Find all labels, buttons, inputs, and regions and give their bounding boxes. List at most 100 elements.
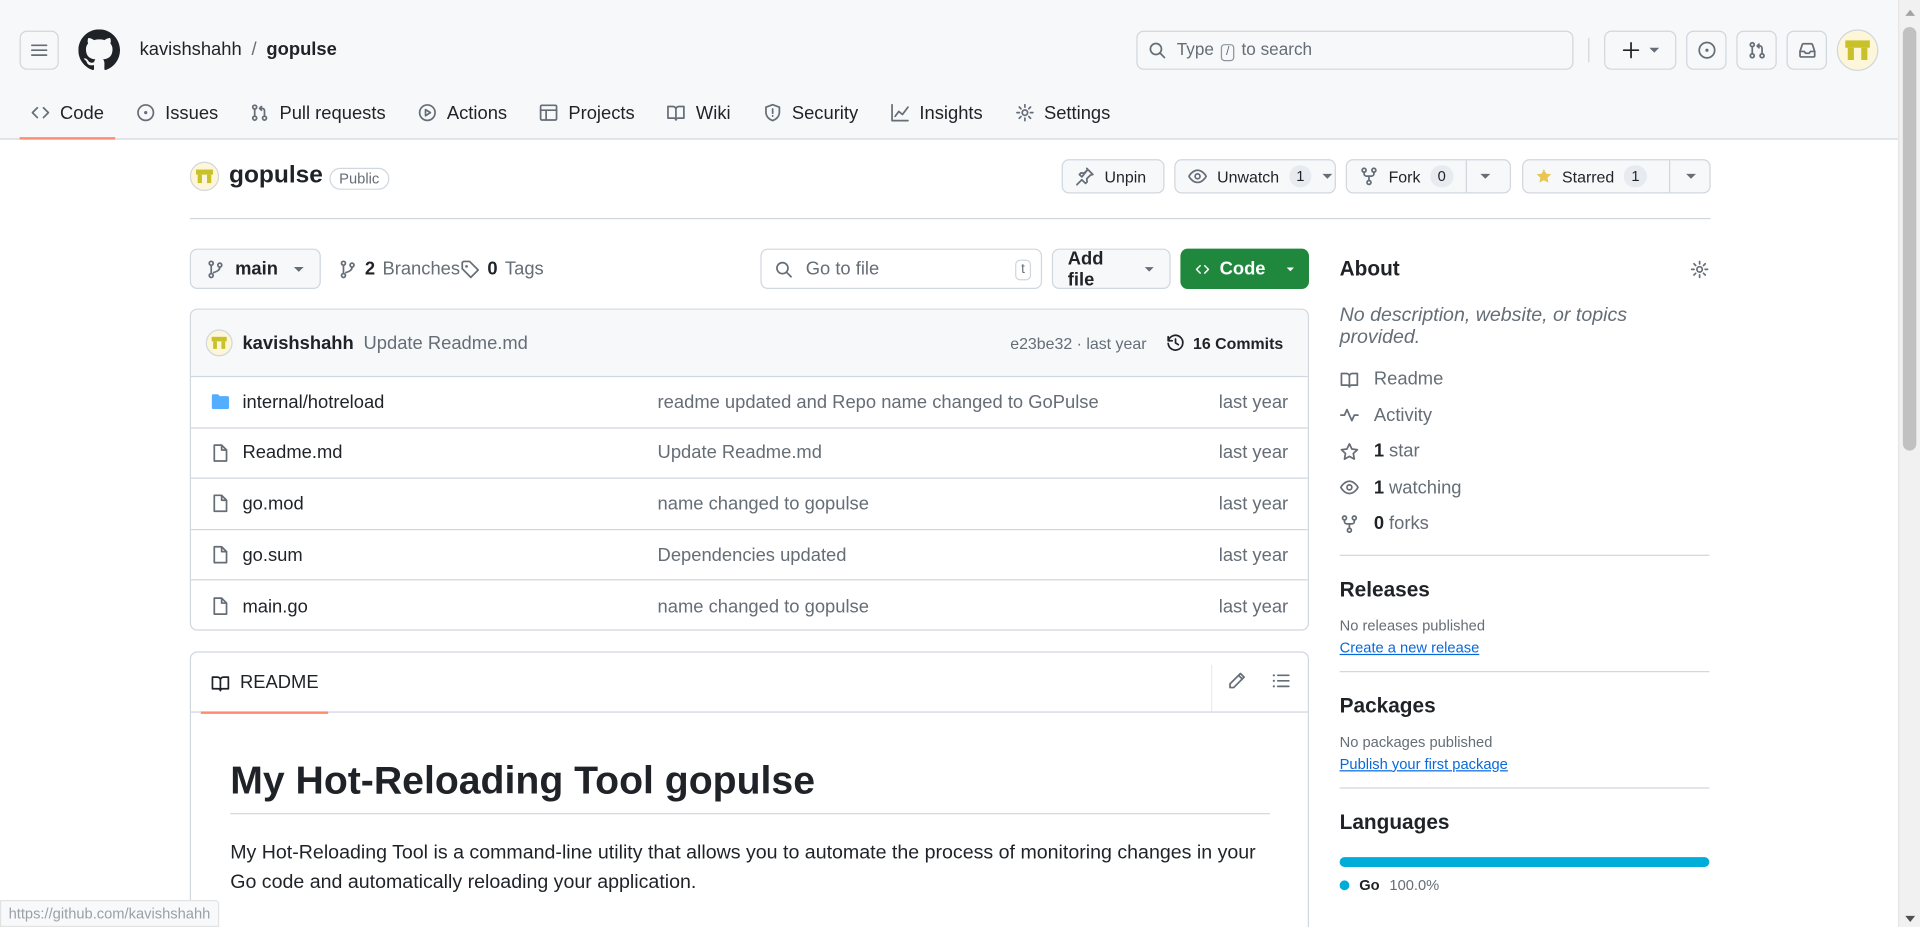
commits-link[interactable]: 16 Commits bbox=[1166, 333, 1283, 353]
sidebar-divider bbox=[1339, 670, 1710, 672]
watching-link[interactable]: 1 watching bbox=[1339, 470, 1710, 506]
hamburger-icon bbox=[30, 44, 48, 56]
tab-insights[interactable]: Insights bbox=[879, 86, 994, 140]
table-row[interactable]: go.mod name changed to gopulse last year bbox=[191, 479, 1308, 530]
table-row[interactable]: main.go name changed to gopulse last yea… bbox=[191, 581, 1308, 630]
scroll-up-arrow-icon[interactable] bbox=[1905, 9, 1916, 16]
tag-icon bbox=[461, 259, 480, 278]
fork-label: Fork bbox=[1388, 167, 1421, 186]
create-new-button[interactable] bbox=[1604, 30, 1677, 70]
list-unordered-icon[interactable] bbox=[1271, 671, 1291, 691]
packages-title[interactable]: Packages bbox=[1340, 694, 1710, 718]
table-row[interactable]: Readme.md Update Readme.md last year bbox=[191, 428, 1308, 480]
pencil-icon[interactable] bbox=[1227, 671, 1247, 691]
tags-label: Tags bbox=[504, 258, 544, 280]
stars-count: 1 bbox=[1373, 441, 1385, 462]
file-name[interactable]: go.mod bbox=[242, 493, 303, 514]
tab-wiki[interactable]: Wiki bbox=[656, 86, 742, 140]
tab-security[interactable]: Security bbox=[751, 86, 869, 140]
publish-package-link[interactable]: Publish your first package bbox=[1340, 755, 1508, 772]
tags-link[interactable]: 0 Tags bbox=[460, 258, 544, 280]
forks-link[interactable]: 0 forks bbox=[1340, 506, 1710, 542]
tab-label: Settings bbox=[1043, 102, 1111, 124]
scroll-down-arrow-icon[interactable] bbox=[1905, 915, 1916, 923]
file-commit-message[interactable]: name changed to gopulse bbox=[658, 493, 869, 514]
shield-icon bbox=[764, 103, 780, 122]
language-item[interactable]: Go 100.0% bbox=[1339, 876, 1710, 893]
repo-name[interactable]: gopulse bbox=[229, 162, 323, 190]
go-to-file-input[interactable]: Go to file t bbox=[760, 248, 1043, 289]
inbox-button[interactable] bbox=[1786, 30, 1827, 70]
file-name[interactable]: Readme.md bbox=[242, 443, 342, 464]
branches-link[interactable]: 2 Branches bbox=[338, 258, 460, 279]
search-input[interactable]: Type / to search bbox=[1136, 30, 1574, 70]
readme-paragraph: My Hot-Reloading Tool is a command-line … bbox=[230, 842, 1256, 893]
stars-link[interactable]: 1 star bbox=[1340, 433, 1710, 469]
activity-link[interactable]: Activity bbox=[1339, 397, 1710, 433]
branch-select-button[interactable]: main bbox=[189, 248, 321, 289]
star-dropdown[interactable] bbox=[1668, 160, 1709, 193]
issues-button[interactable] bbox=[1686, 30, 1727, 70]
tab-label: Issues bbox=[165, 102, 219, 124]
commit-hash-time[interactable]: e23be32 · last year bbox=[1010, 334, 1146, 352]
status-bar-url: https://github.com/kavishshahh bbox=[0, 900, 219, 927]
tab-projects[interactable]: Projects bbox=[528, 86, 646, 140]
add-file-button[interactable]: Add file bbox=[1051, 248, 1171, 290]
global-header: kavishshahh / gopulse Type / to search C… bbox=[0, 0, 1898, 140]
readme-tab-label: README bbox=[240, 672, 319, 694]
readme-actions bbox=[1227, 671, 1291, 691]
repo-forked-icon bbox=[1341, 514, 1358, 533]
triangle-down-icon bbox=[293, 266, 304, 272]
releases-title[interactable]: Releases bbox=[1340, 577, 1710, 601]
tab-issues[interactable]: Issues bbox=[125, 86, 230, 140]
fork-dropdown[interactable] bbox=[1465, 160, 1503, 193]
fork-button[interactable]: Fork 0 bbox=[1345, 159, 1512, 194]
file-commit-message[interactable]: Update Readme.md bbox=[658, 443, 822, 464]
file-name[interactable]: main.go bbox=[242, 596, 307, 617]
search-icon bbox=[1149, 42, 1166, 59]
triangle-down-icon bbox=[1322, 173, 1333, 179]
file-name[interactable]: internal/hotreload bbox=[242, 392, 384, 413]
folder-icon bbox=[211, 394, 229, 410]
watching-label: watching bbox=[1389, 477, 1462, 499]
go-to-file-shortcut: t bbox=[1015, 259, 1032, 281]
scrollbar-thumb[interactable] bbox=[1902, 26, 1917, 451]
breadcrumb-repo[interactable]: gopulse bbox=[266, 39, 336, 60]
eye-icon bbox=[1339, 480, 1359, 495]
file-commit-message[interactable]: name changed to gopulse bbox=[658, 596, 869, 617]
file-date: last year bbox=[1218, 595, 1289, 617]
tab-pull-requests[interactable]: Pull requests bbox=[239, 86, 397, 140]
readme-panel: README My Hot-Reloading Tool gopulse My … bbox=[189, 651, 1309, 927]
repo-owner-avatar[interactable] bbox=[189, 161, 220, 192]
tab-code[interactable]: Code bbox=[19, 86, 115, 140]
readme-link[interactable]: Readme bbox=[1340, 361, 1710, 397]
gear-icon[interactable] bbox=[1690, 260, 1710, 280]
star-fill-icon bbox=[1536, 169, 1552, 183]
tab-settings[interactable]: Settings bbox=[1004, 86, 1122, 140]
commit-author-avatar[interactable] bbox=[205, 329, 233, 357]
commit-author[interactable]: kavishshahh bbox=[242, 332, 353, 353]
table-row[interactable]: internal/hotreload readme updated and Re… bbox=[191, 377, 1308, 429]
file-date: last year bbox=[1218, 544, 1289, 566]
breadcrumb-owner[interactable]: kavishshahh bbox=[140, 39, 242, 60]
table-row[interactable]: go.sum Dependencies updated last year bbox=[191, 530, 1308, 581]
readme-tab[interactable]: README bbox=[200, 653, 329, 714]
unpin-button[interactable]: Unpin bbox=[1061, 159, 1165, 194]
commit-message[interactable]: Update Readme.md bbox=[364, 332, 528, 353]
triangle-down-icon bbox=[1286, 266, 1294, 271]
page-scrollbar[interactable] bbox=[1897, 0, 1920, 927]
github-logo-icon[interactable] bbox=[78, 29, 121, 71]
user-avatar[interactable] bbox=[1836, 29, 1879, 72]
file-name[interactable]: go.sum bbox=[242, 544, 302, 565]
file-commit-message[interactable]: readme updated and Repo name changed to … bbox=[658, 392, 1099, 413]
tab-actions[interactable]: Actions bbox=[406, 86, 518, 140]
table-icon bbox=[539, 104, 558, 121]
code-button[interactable]: Code bbox=[1180, 248, 1309, 289]
menu-button[interactable] bbox=[19, 30, 59, 70]
create-release-link[interactable]: Create a new release bbox=[1340, 639, 1480, 656]
star-button[interactable]: Starred 1 bbox=[1522, 159, 1711, 194]
unwatch-button[interactable]: Unwatch 1 bbox=[1174, 159, 1336, 194]
file-commit-message[interactable]: Dependencies updated bbox=[658, 544, 847, 565]
file-date: last year bbox=[1218, 442, 1289, 464]
pull-requests-button[interactable] bbox=[1736, 30, 1777, 70]
